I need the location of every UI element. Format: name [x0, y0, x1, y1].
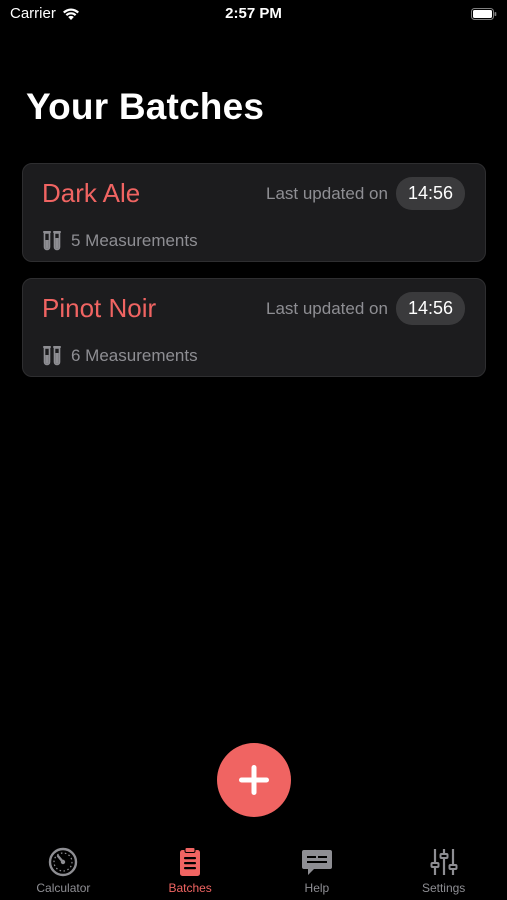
sliders-icon — [430, 849, 458, 875]
tab-label: Settings — [421, 881, 466, 895]
last-updated-label: Last updated on — [266, 183, 388, 203]
tab-label: Batches — [168, 881, 212, 895]
last-updated: Last updated on 14:56 — [266, 177, 465, 210]
last-updated-label: Last updated on — [266, 298, 388, 318]
tab-calculator[interactable]: Calculator — [0, 840, 127, 900]
tab-bar: Calculator Batches Help Settings — [0, 840, 507, 900]
plus-icon — [239, 765, 269, 795]
measurements-row: 6 Measurements — [41, 345, 198, 367]
add-batch-button[interactable] — [217, 743, 291, 817]
batch-card[interactable]: Pinot Noir Last updated on 14:56 6 Measu… — [22, 278, 486, 377]
measurements-count: 5 Measurements — [71, 231, 198, 250]
tab-settings[interactable]: Settings — [380, 840, 507, 900]
tab-label: Calculator — [36, 881, 91, 895]
updated-time-badge: 14:56 — [395, 292, 465, 325]
updated-time-badge: 14:56 — [395, 177, 465, 210]
gauge-icon — [49, 847, 78, 877]
batch-list: Dark Ale Last updated on 14:56 5 Measure… — [22, 163, 486, 393]
tab-help[interactable]: Help — [254, 840, 381, 900]
chat-icon — [301, 850, 332, 875]
batch-card[interactable]: Dark Ale Last updated on 14:56 5 Measure… — [22, 163, 486, 262]
status-time: 2:57 PM — [225, 5, 282, 22]
test-tubes-icon — [43, 231, 61, 251]
status-bar: Carrier 2:57 PM — [0, 0, 507, 30]
clipboard-icon — [180, 847, 201, 876]
test-tubes-icon — [43, 346, 61, 366]
last-updated: Last updated on 14:56 — [266, 292, 465, 325]
tab-batches[interactable]: Batches — [127, 840, 254, 900]
tab-label: Help — [304, 881, 330, 895]
measurements-count: 6 Measurements — [71, 346, 198, 365]
page-title: Your Batches — [26, 86, 265, 127]
batch-name: Pinot Noir — [42, 293, 157, 323]
battery-icon — [471, 8, 497, 20]
measurements-row: 5 Measurements — [41, 230, 198, 252]
batch-name: Dark Ale — [42, 178, 141, 208]
